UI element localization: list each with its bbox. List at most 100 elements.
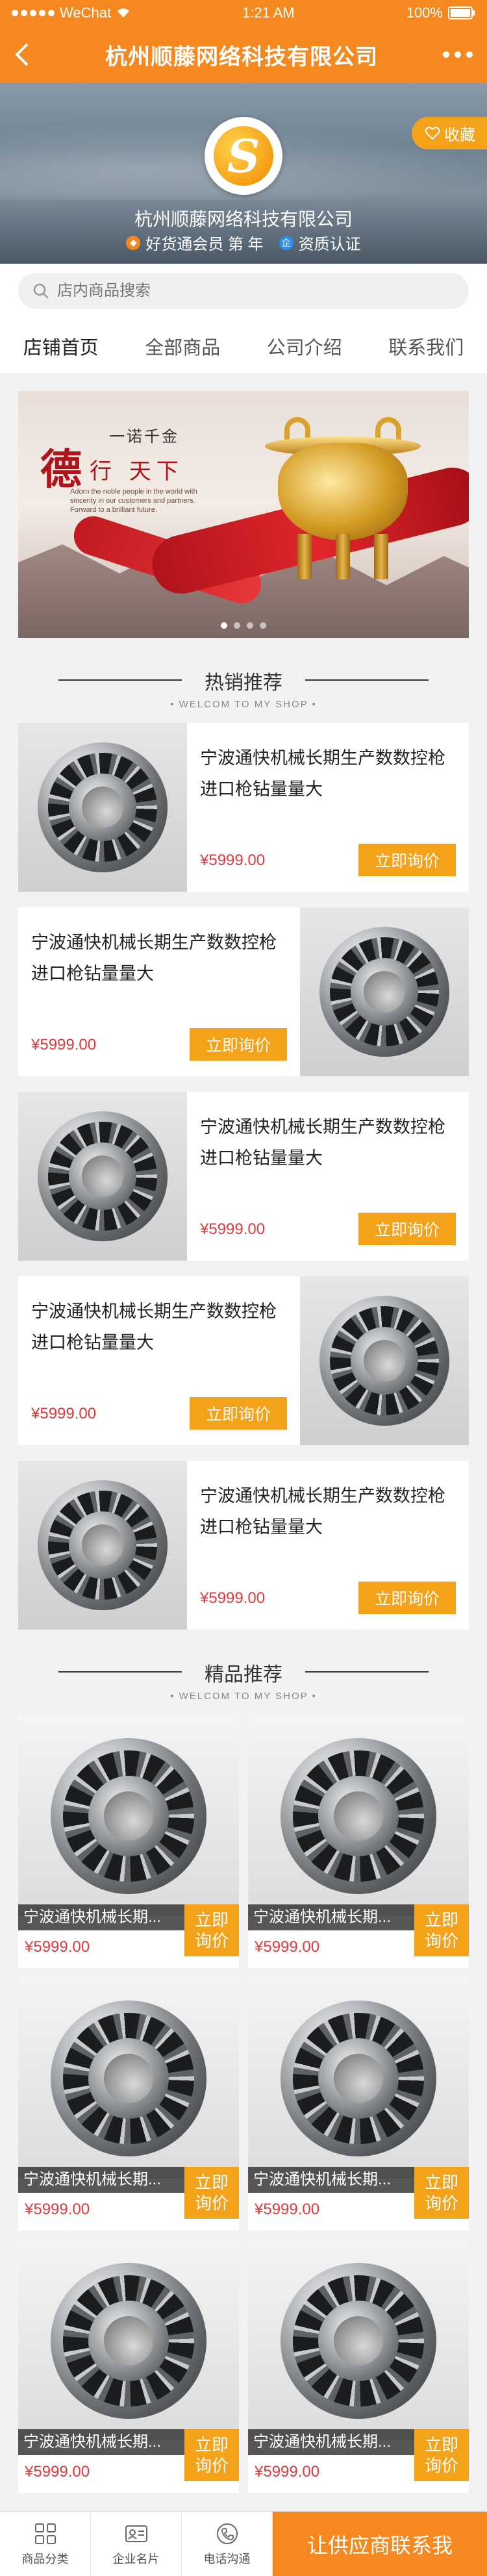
battery-icon bbox=[448, 6, 475, 19]
hot-product-card[interactable]: 宁波通快机械长期生产数数控枪进口枪钻量量大 ¥5999.00 立即询价 bbox=[18, 1092, 469, 1261]
hot-product-card[interactable]: 宁波通快机械长期生产数数控枪进口枪钻量量大 ¥5999.00 立即询价 bbox=[18, 1276, 469, 1445]
tab-all-products[interactable]: 全部商品 bbox=[122, 318, 244, 373]
product-name: 宁波通快机械长期... bbox=[248, 2429, 414, 2455]
top-bar: WeChat 1:21 AM 100% 杭州顺藤网络科技有限公司 bbox=[0, 0, 487, 83]
premium-section-title: 精品推荐 bbox=[190, 1658, 297, 1687]
inquire-button[interactable]: 立即询价 bbox=[190, 1028, 287, 1061]
chevron-left-icon bbox=[14, 42, 30, 68]
product-info: 宁波通快机械长期生产数数控枪进口枪钻量量大 ¥5999.00 立即询价 bbox=[187, 1461, 469, 1630]
banner-slogan-small: 一诺千金 bbox=[109, 423, 179, 446]
banner-slogan-en: Adorn the noble people in the world with… bbox=[70, 487, 200, 514]
banner-slogan-mid: 行 天下 bbox=[90, 453, 184, 485]
inquire-button[interactable]: 立即询价 bbox=[190, 1397, 287, 1430]
promo-banner[interactable]: 一诺千金 德 行 天下 Adorn the noble people in th… bbox=[18, 391, 469, 638]
certificate-icon: 企 bbox=[279, 236, 293, 250]
product-info: 宁波通快机械长期生产数数控枪进口枪钻量量大 ¥5999.00 立即询价 bbox=[187, 1092, 469, 1261]
cert-tag: 企 资质认证 bbox=[279, 231, 361, 254]
product-image[interactable] bbox=[18, 1715, 239, 1916]
search-input[interactable] bbox=[57, 282, 455, 300]
inquire-button[interactable]: 立即询价 bbox=[414, 2167, 469, 2219]
diamond-icon: ◆ bbox=[126, 236, 140, 250]
member-label: 好货通会员 第 年 bbox=[145, 231, 263, 254]
premium-product-card[interactable]: 宁波通快机械长期... 立即询价 ¥5999.00 bbox=[18, 1977, 239, 2230]
footer-phone-label: 电话沟通 bbox=[204, 2550, 251, 2567]
inquire-button[interactable]: 立即询价 bbox=[358, 1213, 456, 1245]
wifi-icon bbox=[116, 7, 131, 19]
footer-categories-label: 商品分类 bbox=[22, 2550, 69, 2567]
premium-product-card[interactable]: 宁波通快机械长期... 立即询价 ¥5999.00 bbox=[18, 1715, 239, 1968]
product-name: 宁波通快机械长期生产数数控枪进口枪钻量量大 bbox=[200, 1480, 456, 1543]
pager-dot[interactable] bbox=[221, 622, 227, 629]
favorite-button[interactable]: 收藏 bbox=[412, 117, 487, 149]
premium-product-card[interactable]: 宁波通快机械长期... 立即询价 ¥5999.00 bbox=[248, 1977, 469, 2230]
search-box[interactable] bbox=[18, 273, 469, 309]
shop-logo: S bbox=[205, 117, 282, 195]
contact-me-button[interactable]: 让供应商联系我 bbox=[273, 2512, 487, 2576]
inquire-button[interactable]: 立即询价 bbox=[414, 1904, 469, 1956]
cert-label: 资质认证 bbox=[299, 231, 361, 254]
hot-product-card[interactable]: 宁波通快机械长期生产数数控枪进口枪钻量量大 ¥5999.00 立即询价 bbox=[18, 723, 469, 892]
product-price: ¥5999.00 bbox=[255, 1938, 319, 1956]
product-info: 宁波通快机械长期生产数数控枪进口枪钻量量大 ¥5999.00 立即询价 bbox=[18, 907, 300, 1076]
product-name: 宁波通快机械长期... bbox=[18, 1904, 184, 1930]
inquire-button[interactable]: 立即询价 bbox=[184, 1904, 239, 1956]
product-price: ¥5999.00 bbox=[25, 1938, 90, 1956]
pager-dot[interactable] bbox=[260, 622, 266, 629]
product-image[interactable] bbox=[18, 1977, 239, 2178]
product-image[interactable] bbox=[300, 907, 469, 1076]
product-image[interactable] bbox=[248, 1715, 469, 1916]
bearing-image bbox=[319, 1296, 449, 1426]
more-button[interactable] bbox=[443, 51, 473, 58]
product-image[interactable] bbox=[248, 2240, 469, 2441]
shop-name: 杭州顺藤网络科技有限公司 bbox=[0, 205, 487, 231]
premium-product-card[interactable]: 宁波通快机械长期... 立即询价 ¥5999.00 bbox=[248, 1715, 469, 1968]
tab-company-intro[interactable]: 公司介绍 bbox=[244, 318, 366, 373]
pager-dot[interactable] bbox=[234, 622, 240, 629]
tab-contact[interactable]: 联系我们 bbox=[366, 318, 487, 373]
shop-page: WeChat 1:21 AM 100% 杭州顺藤网络科技有限公司 S 收藏 bbox=[0, 0, 487, 2576]
hot-product-card[interactable]: 宁波通快机械长期生产数数控枪进口枪钻量量大 ¥5999.00 立即询价 bbox=[18, 1461, 469, 1630]
product-price: ¥5999.00 bbox=[25, 2201, 90, 2219]
product-image[interactable] bbox=[18, 2240, 239, 2441]
product-name: 宁波通快机械长期生产数数控枪进口枪钻量量大 bbox=[200, 742, 456, 805]
footer-business-card-button[interactable]: 企业名片 bbox=[91, 2512, 182, 2576]
product-price: ¥5999.00 bbox=[255, 2201, 319, 2219]
footer-phone-button[interactable]: 电话沟通 bbox=[182, 2512, 273, 2576]
product-price: ¥5999.00 bbox=[25, 2463, 90, 2481]
product-price: ¥5999.00 bbox=[200, 1220, 265, 1239]
premium-product-card[interactable]: 宁波通快机械长期... 立即询价 ¥5999.00 bbox=[248, 2240, 469, 2493]
premium-section-header: 精品推荐 • WELCOM TO MY SHOP • bbox=[0, 1630, 487, 1715]
product-price: ¥5999.00 bbox=[255, 2463, 319, 2481]
inquire-button[interactable]: 立即询价 bbox=[184, 2429, 239, 2481]
premium-product-card[interactable]: 宁波通快机械长期... 立即询价 ¥5999.00 bbox=[18, 2240, 239, 2493]
product-image[interactable] bbox=[18, 723, 187, 892]
product-name: 宁波通快机械长期生产数数控枪进口枪钻量量大 bbox=[200, 1111, 456, 1174]
hot-product-card[interactable]: 宁波通快机械长期生产数数控枪进口枪钻量量大 ¥5999.00 立即询价 bbox=[18, 907, 469, 1076]
member-tag: ◆ 好货通会员 第 年 bbox=[126, 231, 263, 254]
id-card-icon bbox=[124, 2521, 149, 2546]
inquire-button[interactable]: 立即询价 bbox=[414, 2429, 469, 2481]
product-image[interactable] bbox=[18, 1461, 187, 1630]
bearing-image bbox=[281, 1738, 436, 1894]
product-price: ¥5999.00 bbox=[200, 852, 265, 870]
product-image[interactable] bbox=[248, 1977, 469, 2178]
inquire-button[interactable]: 立即询价 bbox=[358, 1582, 456, 1614]
grid-icon bbox=[33, 2521, 58, 2546]
product-price: ¥5999.00 bbox=[200, 1589, 265, 1608]
tab-home[interactable]: 店铺首页 bbox=[0, 318, 122, 373]
footer-categories-button[interactable]: 商品分类 bbox=[0, 2512, 91, 2576]
pager-dot[interactable] bbox=[247, 622, 253, 629]
inquire-button[interactable]: 立即询价 bbox=[184, 2167, 239, 2219]
shop-logo-letter: S bbox=[214, 126, 273, 186]
search-icon bbox=[32, 283, 49, 299]
product-image[interactable] bbox=[18, 1092, 187, 1261]
product-price: ¥5999.00 bbox=[31, 1036, 96, 1054]
product-image[interactable] bbox=[300, 1276, 469, 1445]
bearing-image bbox=[38, 742, 168, 872]
footer-business-card-label: 企业名片 bbox=[113, 2550, 160, 2567]
inquire-button[interactable]: 立即询价 bbox=[358, 844, 456, 876]
product-name: 宁波通快机械长期... bbox=[18, 2429, 184, 2455]
back-button[interactable] bbox=[14, 42, 40, 68]
product-name: 宁波通快机械长期... bbox=[248, 2167, 414, 2193]
bearing-image bbox=[281, 2001, 436, 2156]
